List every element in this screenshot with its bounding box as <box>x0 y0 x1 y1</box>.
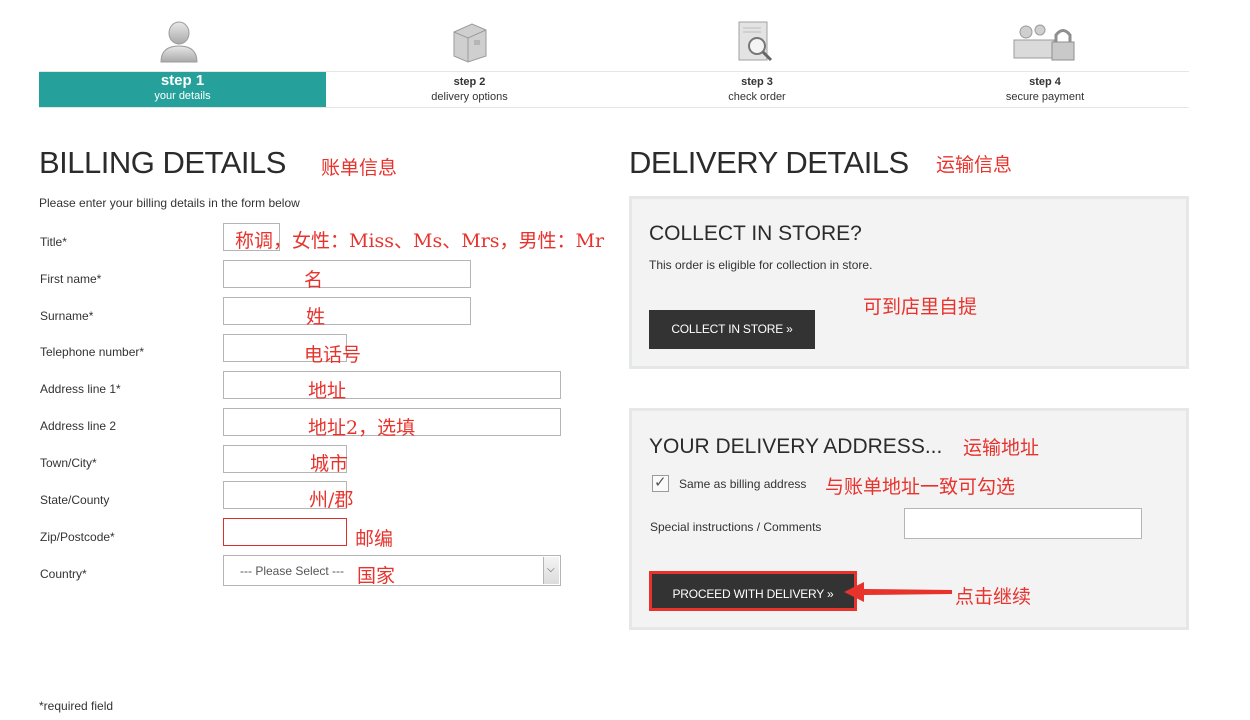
first-name-label: First name* <box>40 272 102 286</box>
step-title: step 1 <box>160 72 205 89</box>
telephone-note: 电话号 <box>304 344 362 366</box>
same-as-billing-checkbox[interactable]: ✓ <box>652 474 669 492</box>
country-label: Country* <box>40 567 87 581</box>
instructions-field[interactable] <box>904 508 1142 539</box>
address1-field[interactable] <box>223 371 561 399</box>
surname-label: Surname* <box>40 309 94 323</box>
step-subtitle: secure payment <box>1005 91 1085 103</box>
step-title: step 3 <box>741 76 773 88</box>
arrow-icon <box>844 582 952 602</box>
same-as-billing-label: Same as billing address <box>679 477 807 491</box>
zip-field[interactable] <box>223 518 347 546</box>
title-label: Title* <box>40 235 67 249</box>
telephone-label: Telephone number* <box>40 345 145 359</box>
user-icon <box>155 18 203 66</box>
country-note: 国家 <box>357 565 396 587</box>
surname-field[interactable] <box>223 297 471 325</box>
zip-label: Zip/Postcode* <box>40 530 115 544</box>
step-subtitle: delivery options <box>431 91 508 103</box>
required-note: *required field <box>39 699 114 713</box>
magnifier-document-icon <box>733 18 781 66</box>
collect-text: This order is eligible for collection in… <box>649 258 873 272</box>
step-title: step 2 <box>453 76 486 88</box>
first-name-note: 名 <box>304 269 324 291</box>
same-as-billing-note: 与账单地址一致可勾选 <box>825 476 1016 498</box>
step-subtitle: your details <box>154 90 211 102</box>
package-icon <box>446 18 494 66</box>
address2-note: 地址2，选填 <box>308 417 416 439</box>
step-3[interactable]: step 3 check order <box>613 72 901 107</box>
state-note: 州/郡 <box>309 489 354 511</box>
dropdown-button[interactable]: ⌵ <box>543 557 559 584</box>
checkmark-icon: ✓ <box>654 474 667 491</box>
step-1[interactable]: step 1 your details <box>39 72 326 107</box>
chevron-down-icon: ⌵ <box>547 564 555 575</box>
country-select-value: --- Please Select --- <box>240 564 345 578</box>
proceed-with-delivery-button[interactable]: PROCEED WITH DELIVERY » <box>649 571 857 611</box>
title-note: 称调，女性：Miss、Ms、Mrs，男性：Mr <box>235 230 605 252</box>
state-label: State/County <box>40 493 110 507</box>
delivery-address-heading: YOUR DELIVERY ADDRESS... <box>649 435 943 458</box>
step-2[interactable]: step 2 delivery options <box>326 72 613 107</box>
delivery-address-panel: YOUR DELIVERY ADDRESS... 运输地址 ✓ Same as … <box>629 408 1189 630</box>
delivery-heading: DELIVERY DETAILS <box>629 145 909 180</box>
step-title: step 4 <box>1029 76 1061 88</box>
billing-intro: Please enter your billing details in the… <box>39 196 300 210</box>
step-subtitle: check order <box>728 91 786 103</box>
zip-note: 邮编 <box>355 528 394 550</box>
billing-heading: BILLING DETAILS <box>39 145 286 180</box>
first-name-field[interactable] <box>223 260 471 288</box>
instructions-label: Special instructions / Comments <box>650 520 822 534</box>
collect-in-store-panel: COLLECT IN STORE? This order is eligible… <box>629 196 1189 369</box>
town-note: 城市 <box>310 453 349 475</box>
address2-label: Address line 2 <box>40 419 117 433</box>
collect-heading: COLLECT IN STORE? <box>649 222 862 245</box>
delivery-address-note: 运输地址 <box>963 437 1040 459</box>
billing-heading-note: 账单信息 <box>321 157 398 179</box>
delivery-heading-note: 运输信息 <box>936 154 1013 176</box>
surname-note: 姓 <box>306 306 326 328</box>
padlock-money-icon <box>1012 18 1078 66</box>
address1-note: 地址 <box>308 380 347 402</box>
town-label: Town/City* <box>40 456 97 470</box>
address1-label: Address line 1* <box>40 382 121 396</box>
collect-in-store-button[interactable]: COLLECT IN STORE » <box>649 310 815 349</box>
collect-note: 可到店里自提 <box>863 296 978 318</box>
step-4[interactable]: step 4 secure payment <box>901 72 1189 107</box>
proceed-note: 点击继续 <box>955 586 1032 608</box>
